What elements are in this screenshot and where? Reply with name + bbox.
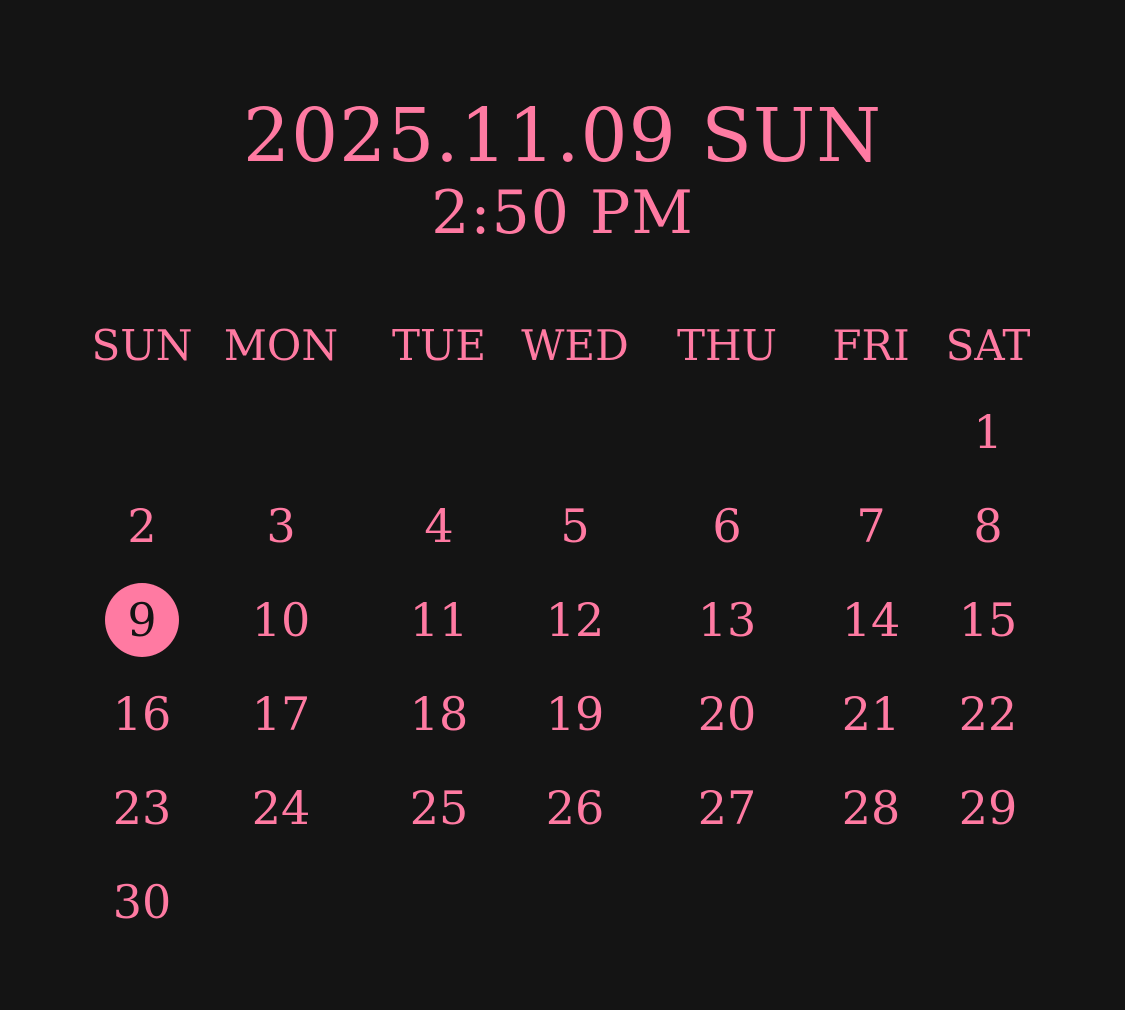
weekday-sun: SUN bbox=[91, 321, 193, 370]
day-30[interactable]: 30 bbox=[113, 872, 172, 932]
current-time: 2:50 PM bbox=[431, 178, 694, 248]
day-12[interactable]: 12 bbox=[546, 590, 605, 650]
day-19[interactable]: 19 bbox=[546, 684, 605, 744]
day-9-today[interactable]: 9 bbox=[127, 590, 156, 650]
day-15[interactable]: 15 bbox=[959, 590, 1018, 650]
calendar-widget: 2025.11.09 SUN 2:50 PM SUN MON TUE WED T… bbox=[0, 0, 1125, 1010]
day-25[interactable]: 25 bbox=[410, 778, 469, 838]
weekday-tue: TUE bbox=[391, 321, 487, 370]
weekday-fri: FRI bbox=[832, 321, 910, 370]
day-28[interactable]: 28 bbox=[842, 778, 901, 838]
day-6[interactable]: 6 bbox=[712, 496, 741, 556]
weekday-mon: MON bbox=[223, 321, 339, 370]
day-27[interactable]: 27 bbox=[698, 778, 757, 838]
day-2[interactable]: 2 bbox=[127, 496, 156, 556]
day-24[interactable]: 24 bbox=[252, 778, 311, 838]
day-3[interactable]: 3 bbox=[266, 496, 295, 556]
day-20[interactable]: 20 bbox=[698, 684, 757, 744]
day-26[interactable]: 26 bbox=[546, 778, 605, 838]
weekday-wed: WED bbox=[521, 321, 629, 370]
day-13[interactable]: 13 bbox=[698, 590, 757, 650]
day-18[interactable]: 18 bbox=[410, 684, 469, 744]
day-23[interactable]: 23 bbox=[113, 778, 172, 838]
weekday-sat: SAT bbox=[945, 321, 1031, 370]
day-21[interactable]: 21 bbox=[842, 684, 901, 744]
weekday-thu: THU bbox=[676, 321, 778, 370]
day-17[interactable]: 17 bbox=[252, 684, 311, 744]
day-22[interactable]: 22 bbox=[959, 684, 1018, 744]
day-16[interactable]: 16 bbox=[113, 684, 172, 744]
day-1[interactable]: 1 bbox=[973, 402, 1002, 462]
day-10[interactable]: 10 bbox=[252, 590, 311, 650]
current-date: 2025.11.09 SUN bbox=[242, 93, 883, 179]
day-5[interactable]: 5 bbox=[560, 496, 589, 556]
day-7[interactable]: 7 bbox=[856, 496, 885, 556]
day-4[interactable]: 4 bbox=[424, 496, 453, 556]
day-29[interactable]: 29 bbox=[959, 778, 1018, 838]
day-14[interactable]: 14 bbox=[842, 590, 901, 650]
day-8[interactable]: 8 bbox=[973, 496, 1002, 556]
day-11[interactable]: 11 bbox=[410, 590, 469, 650]
